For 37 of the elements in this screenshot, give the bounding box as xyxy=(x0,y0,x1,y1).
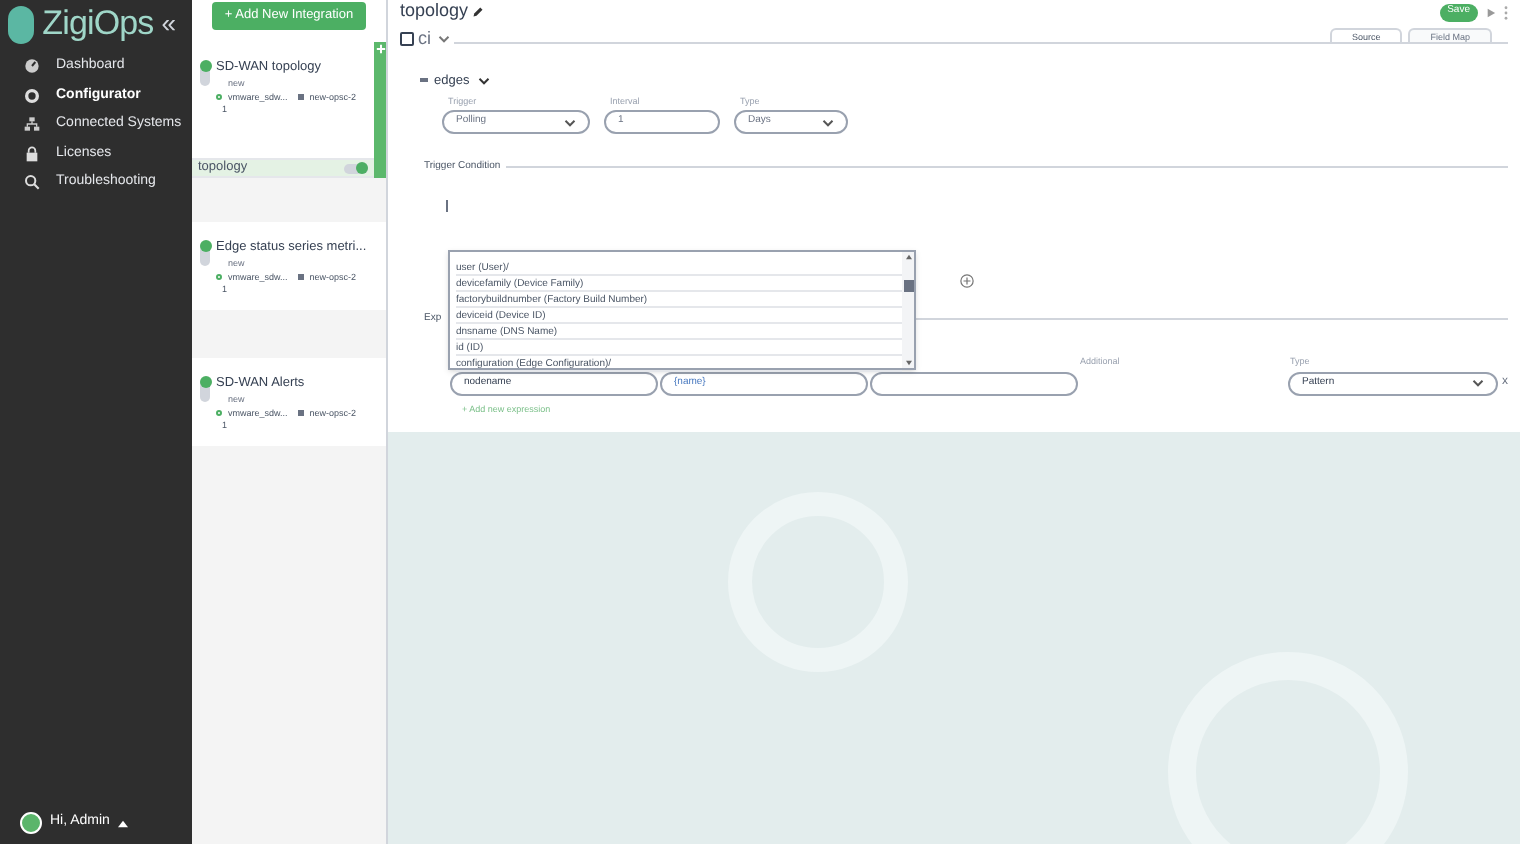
caret-icon xyxy=(564,117,576,127)
logo-icon xyxy=(8,5,35,43)
text-cursor xyxy=(446,199,448,211)
caret-icon xyxy=(117,819,128,827)
editor-title: topology xyxy=(400,0,469,25)
caret-icon xyxy=(822,117,834,127)
toggle-switch[interactable] xyxy=(200,378,210,402)
avatar-icon xyxy=(20,812,42,834)
target-icon xyxy=(297,94,304,101)
network-icon xyxy=(24,116,40,133)
lock-icon xyxy=(24,145,40,162)
toggle-switch[interactable] xyxy=(200,242,210,266)
caret-icon xyxy=(437,34,449,45)
source-icon xyxy=(216,274,222,281)
input-field[interactable] xyxy=(870,371,1078,396)
scrollbar-thumb xyxy=(903,280,913,292)
toggle-switch[interactable] xyxy=(344,163,368,173)
search-icon xyxy=(24,174,40,191)
play-icon xyxy=(1486,7,1496,17)
entity-dropdown[interactable]: ci xyxy=(418,26,431,53)
target-icon xyxy=(297,274,304,281)
toggle-switch[interactable] xyxy=(200,62,210,86)
add-condition-icon xyxy=(960,274,974,288)
scroll-up-icon xyxy=(905,254,911,260)
entity-icon xyxy=(400,32,414,47)
scroll-down-icon xyxy=(905,360,911,366)
source-icon xyxy=(216,410,222,417)
app-logo-text: ZigiOps xyxy=(42,2,154,47)
collapse-button[interactable]: « xyxy=(161,4,176,44)
gauge-icon xyxy=(24,58,40,75)
caret-icon xyxy=(477,75,490,86)
source-icon xyxy=(216,94,222,101)
caret-icon xyxy=(1472,378,1484,389)
target-icon xyxy=(297,410,304,417)
drag-icon xyxy=(420,78,428,83)
pencil-icon xyxy=(472,6,485,18)
ring-icon xyxy=(24,87,40,104)
